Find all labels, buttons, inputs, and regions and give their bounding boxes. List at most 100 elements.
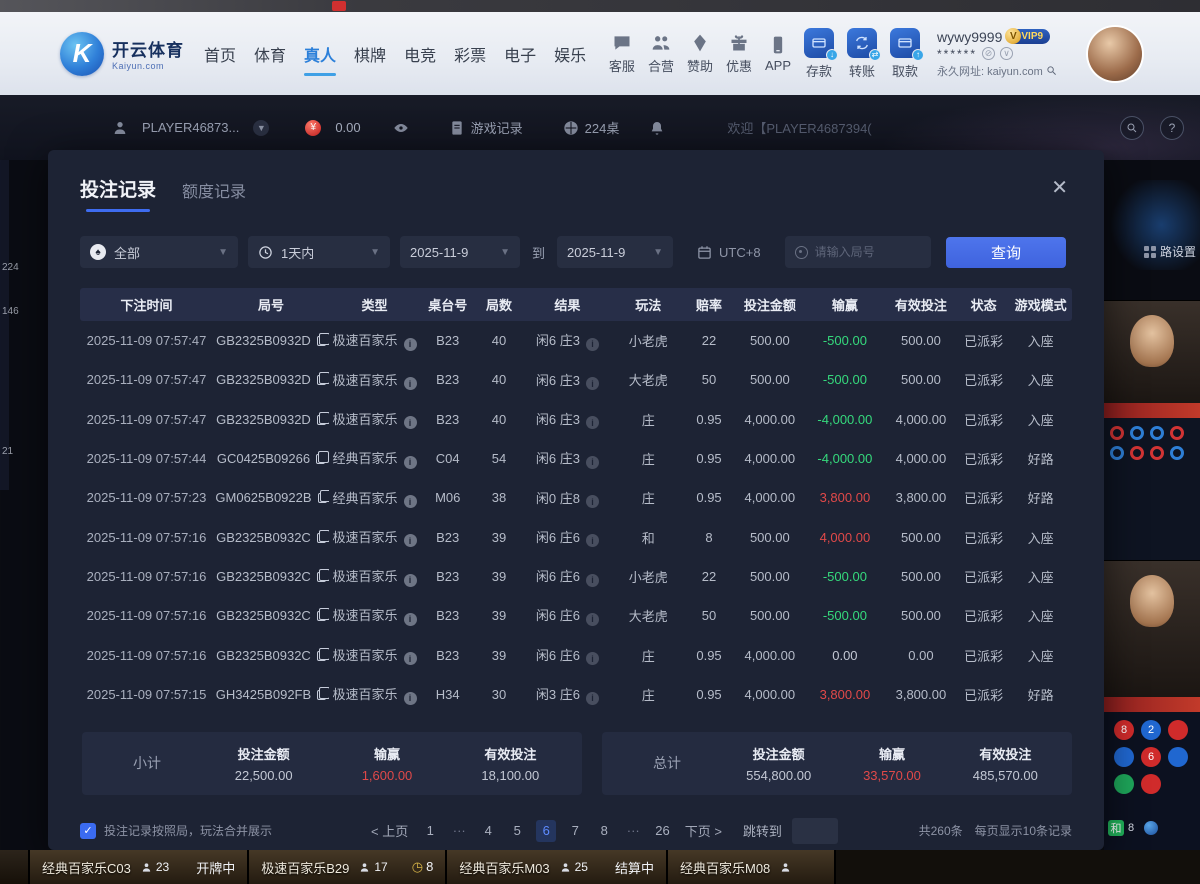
copy-icon[interactable] bbox=[317, 533, 326, 543]
info-icon[interactable]: i bbox=[404, 377, 417, 390]
info-icon[interactable]: i bbox=[404, 574, 417, 587]
info-icon[interactable]: i bbox=[586, 456, 599, 469]
customer-service-button[interactable]: 客服 bbox=[609, 33, 635, 75]
nav-item[interactable]: 娱乐 bbox=[552, 36, 588, 72]
page-item[interactable]: 5 bbox=[507, 820, 527, 842]
table-row[interactable]: 2025-11-09 07:57:15 GH3425B092FB 极速百家乐i … bbox=[80, 675, 1072, 714]
copy-icon[interactable] bbox=[317, 572, 326, 582]
eye-icon[interactable] bbox=[393, 120, 409, 136]
roadmap-panel[interactable] bbox=[1104, 418, 1200, 560]
nav-item[interactable]: 真人 bbox=[302, 36, 338, 72]
table-row[interactable]: 2025-11-09 07:57:23 GM0625B0922B 经典百家乐i … bbox=[80, 478, 1072, 517]
info-icon[interactable]: i bbox=[404, 456, 417, 469]
chevron-down-icon[interactable]: ▼ bbox=[253, 120, 269, 136]
dealer-video-tile[interactable] bbox=[1104, 560, 1200, 712]
page-item[interactable]: 6 bbox=[536, 820, 556, 842]
info-icon[interactable]: i bbox=[586, 692, 599, 705]
copy-icon[interactable] bbox=[317, 690, 326, 700]
deposit-button[interactable]: ↓ 存款 bbox=[804, 28, 834, 80]
round-search-input[interactable] bbox=[815, 245, 921, 259]
date-range-select[interactable]: 1天内 ▼ bbox=[248, 236, 390, 268]
copy-icon[interactable] bbox=[317, 611, 326, 621]
info-icon[interactable]: i bbox=[586, 338, 599, 351]
refresh-icon[interactable]: ∨ bbox=[1000, 47, 1013, 60]
page-item[interactable]: 4 bbox=[478, 820, 498, 842]
table-row[interactable]: 2025-11-09 07:57:47 GB2325B0932D 极速百家乐i … bbox=[80, 360, 1072, 399]
page-item[interactable]: 26 bbox=[652, 820, 672, 842]
nav-item[interactable]: 彩票 bbox=[452, 36, 488, 72]
table-row[interactable]: 2025-11-09 07:57:16 GB2325B0932C 极速百家乐i … bbox=[80, 557, 1072, 596]
copy-icon[interactable] bbox=[317, 415, 326, 425]
table-row[interactable]: 2025-11-09 07:57:16 GB2325B0932C 极速百家乐i … bbox=[80, 635, 1072, 674]
merge-checkbox-group[interactable]: ✓ 投注记录按照局，玩法合并展示 bbox=[80, 822, 272, 839]
round-search[interactable] bbox=[785, 236, 931, 268]
modal-tab[interactable]: 投注记录 bbox=[80, 175, 156, 212]
help-button[interactable]: ? bbox=[1160, 116, 1184, 140]
info-icon[interactable]: i bbox=[404, 338, 417, 351]
table-row[interactable]: 2025-11-09 07:57:16 GB2325B0932C 极速百家乐i … bbox=[80, 596, 1072, 635]
page-item[interactable]: 8 bbox=[594, 820, 614, 842]
info-icon[interactable]: i bbox=[586, 495, 599, 508]
info-icon[interactable]: i bbox=[404, 613, 417, 626]
checkbox-checked-icon[interactable]: ✓ bbox=[80, 823, 96, 839]
nav-item[interactable]: 首页 bbox=[202, 36, 238, 72]
info-icon[interactable]: i bbox=[586, 574, 599, 587]
app-download-button[interactable]: APP bbox=[765, 35, 791, 73]
eye-off-icon[interactable]: ⊘ bbox=[982, 47, 995, 60]
bell-icon[interactable] bbox=[649, 120, 665, 136]
info-icon[interactable]: i bbox=[586, 652, 599, 665]
copy-icon[interactable] bbox=[318, 493, 327, 503]
site-logo[interactable]: K 开云体育 Kaiyun.com bbox=[60, 32, 184, 76]
table-row[interactable]: 2025-11-09 07:57:44 GC0425B09266 经典百家乐i … bbox=[80, 439, 1072, 478]
page-item[interactable]: ··· bbox=[623, 820, 643, 842]
info-icon[interactable]: i bbox=[404, 495, 417, 508]
search-circle-button[interactable] bbox=[1120, 116, 1144, 140]
avatar[interactable] bbox=[1088, 27, 1142, 81]
page-item[interactable]: 1 bbox=[420, 820, 440, 842]
copy-icon[interactable] bbox=[316, 454, 325, 464]
player-id[interactable]: PLAYER46873... bbox=[142, 120, 239, 135]
transfer-button[interactable]: ⇄ 转账 bbox=[847, 28, 877, 80]
page-item[interactable]: 下页 > bbox=[682, 820, 725, 842]
table-row[interactable]: 2025-11-09 07:57:47 GB2325B0932D 极速百家乐i … bbox=[80, 321, 1072, 360]
nav-item[interactable]: 棋牌 bbox=[352, 36, 388, 72]
tables-button[interactable]: 224桌 bbox=[563, 118, 620, 137]
page-item[interactable]: 7 bbox=[565, 820, 585, 842]
dealer-video-tile[interactable] bbox=[1104, 300, 1200, 418]
table-preview[interactable]: 经典百家乐M08 bbox=[668, 850, 836, 884]
table-row[interactable]: 2025-11-09 07:57:47 GB2325B0932D 极速百家乐i … bbox=[80, 400, 1072, 439]
partnership-button[interactable]: 合营 bbox=[648, 33, 674, 75]
magnifier-icon[interactable] bbox=[1046, 65, 1057, 76]
info-icon[interactable]: i bbox=[404, 534, 417, 547]
page-item[interactable]: < 上页 bbox=[368, 820, 411, 842]
close-icon[interactable]: ✕ bbox=[1051, 178, 1068, 198]
copy-icon[interactable] bbox=[317, 375, 326, 385]
jump-page-input[interactable] bbox=[792, 818, 838, 844]
table-preview[interactable]: 经典百家乐C03 23 开牌中 bbox=[30, 850, 249, 884]
promotions-button[interactable]: 优惠 bbox=[726, 33, 752, 75]
copy-icon[interactable] bbox=[317, 336, 326, 346]
query-button[interactable]: 查询 bbox=[946, 237, 1066, 268]
sponsor-button[interactable]: 赞助 bbox=[687, 33, 713, 75]
table-row[interactable]: 2025-11-09 07:57:16 GB2325B0932C 极速百家乐i … bbox=[80, 517, 1072, 556]
info-icon[interactable]: i bbox=[586, 416, 599, 429]
game-type-select[interactable]: ♠ 全部 ▼ bbox=[80, 236, 238, 268]
table-preview[interactable]: 极速百家乐B29 17 ◷8 bbox=[249, 850, 447, 884]
page-item[interactable]: ··· bbox=[449, 820, 469, 842]
info-icon[interactable]: i bbox=[586, 377, 599, 390]
withdraw-button[interactable]: ↑ 取款 bbox=[890, 28, 920, 80]
road-settings-button[interactable]: 路设置 bbox=[1144, 243, 1196, 260]
date-from-picker[interactable]: 2025-11-9 ▼ bbox=[400, 236, 520, 268]
info-icon[interactable]: i bbox=[404, 652, 417, 665]
info-icon[interactable]: i bbox=[404, 692, 417, 705]
date-to-picker[interactable]: 2025-11-9 ▼ bbox=[557, 236, 673, 268]
copy-icon[interactable] bbox=[317, 651, 326, 661]
nav-item[interactable]: 电子 bbox=[502, 36, 538, 72]
nav-item[interactable]: 体育 bbox=[252, 36, 288, 72]
info-icon[interactable]: i bbox=[586, 613, 599, 626]
modal-tab[interactable]: 额度记录 bbox=[182, 178, 246, 212]
table-preview[interactable]: 经典百家乐M03 25 结算中 bbox=[447, 850, 668, 884]
info-icon[interactable]: i bbox=[404, 416, 417, 429]
nav-item[interactable]: 电竞 bbox=[402, 36, 438, 72]
game-record-button[interactable]: 游戏记录 bbox=[449, 118, 523, 137]
